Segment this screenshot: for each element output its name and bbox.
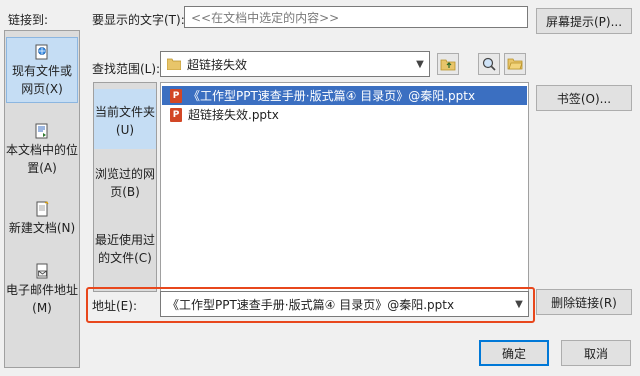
pptx-file-icon: P: [170, 107, 182, 122]
cancel-button[interactable]: 取消: [561, 340, 631, 366]
search-web-button[interactable]: [478, 53, 500, 75]
email-icon: [36, 263, 48, 279]
file-list: P 《工作型PPT速查手册·版式篇④ 目录页》@秦阳.pptx P 超链接失效.…: [160, 82, 529, 292]
file-list-item[interactable]: P 《工作型PPT速查手册·版式篇④ 目录页》@秦阳.pptx: [162, 86, 527, 105]
location-current-folder[interactable]: 当前文件夹(U): [94, 89, 156, 149]
location-browsed-pages[interactable]: 浏览过的网页(B): [94, 165, 156, 211]
file-list-item[interactable]: P 超链接失效.pptx: [162, 105, 527, 124]
screentip-button[interactable]: 屏幕提示(P)...: [536, 8, 632, 34]
look-in-combo[interactable]: 超链接失效 ▼: [160, 51, 430, 77]
look-in-label: 查找范围(L):: [92, 62, 161, 76]
link-email-address-label: 电子邮件地址(M): [6, 283, 79, 315]
browse-file-button[interactable]: [504, 53, 526, 75]
link-to-label: 链接到:: [8, 13, 49, 27]
look-in-value: 超链接失效: [187, 57, 248, 72]
pptx-file-icon: P: [170, 88, 182, 103]
up-folder-icon: [440, 59, 456, 71]
location-recent-files[interactable]: 最近使用过的文件(C): [94, 231, 156, 277]
open-folder-icon: [507, 58, 523, 70]
link-existing-file[interactable]: 现有文件或网页(X): [6, 37, 78, 103]
link-place-in-document[interactable]: 本文档中的位置(A): [6, 119, 78, 179]
bookmark-button[interactable]: 书签(O)...: [536, 85, 632, 111]
chevron-down-icon[interactable]: ▼: [411, 52, 429, 76]
address-highlight-frame: [86, 287, 535, 323]
new-document-icon: [36, 201, 49, 217]
up-folder-button[interactable]: [437, 53, 459, 75]
link-new-document-label: 新建文档(N): [8, 221, 76, 235]
file-name: 《工作型PPT速查手册·版式篇④ 目录页》@秦阳.pptx: [188, 89, 476, 103]
search-web-icon: [482, 57, 496, 71]
display-text-input[interactable]: <<在文档中选定的内容>>: [184, 6, 528, 28]
link-existing-file-label: 现有文件或网页(X): [11, 64, 72, 96]
file-name: 超链接失效.pptx: [188, 108, 279, 122]
display-text-label: 要显示的文字(T):: [92, 13, 185, 27]
web-page-icon: [35, 44, 48, 60]
link-place-in-document-label: 本文档中的位置(A): [6, 143, 79, 175]
ok-button[interactable]: 确定: [479, 340, 549, 366]
remove-link-button[interactable]: 删除链接(R): [536, 289, 632, 315]
link-new-document[interactable]: 新建文档(N): [6, 197, 78, 243]
document-place-icon: [35, 123, 48, 139]
link-email-address[interactable]: 电子邮件地址(M): [6, 259, 78, 319]
folder-icon: [167, 58, 181, 70]
link-to-bar: 现有文件或网页(X) 本文档中的位置(A) 新建文档(N) 电子邮件地址(M): [4, 30, 80, 368]
locations-bar: 当前文件夹(U) 浏览过的网页(B) 最近使用过的文件(C): [93, 82, 157, 292]
